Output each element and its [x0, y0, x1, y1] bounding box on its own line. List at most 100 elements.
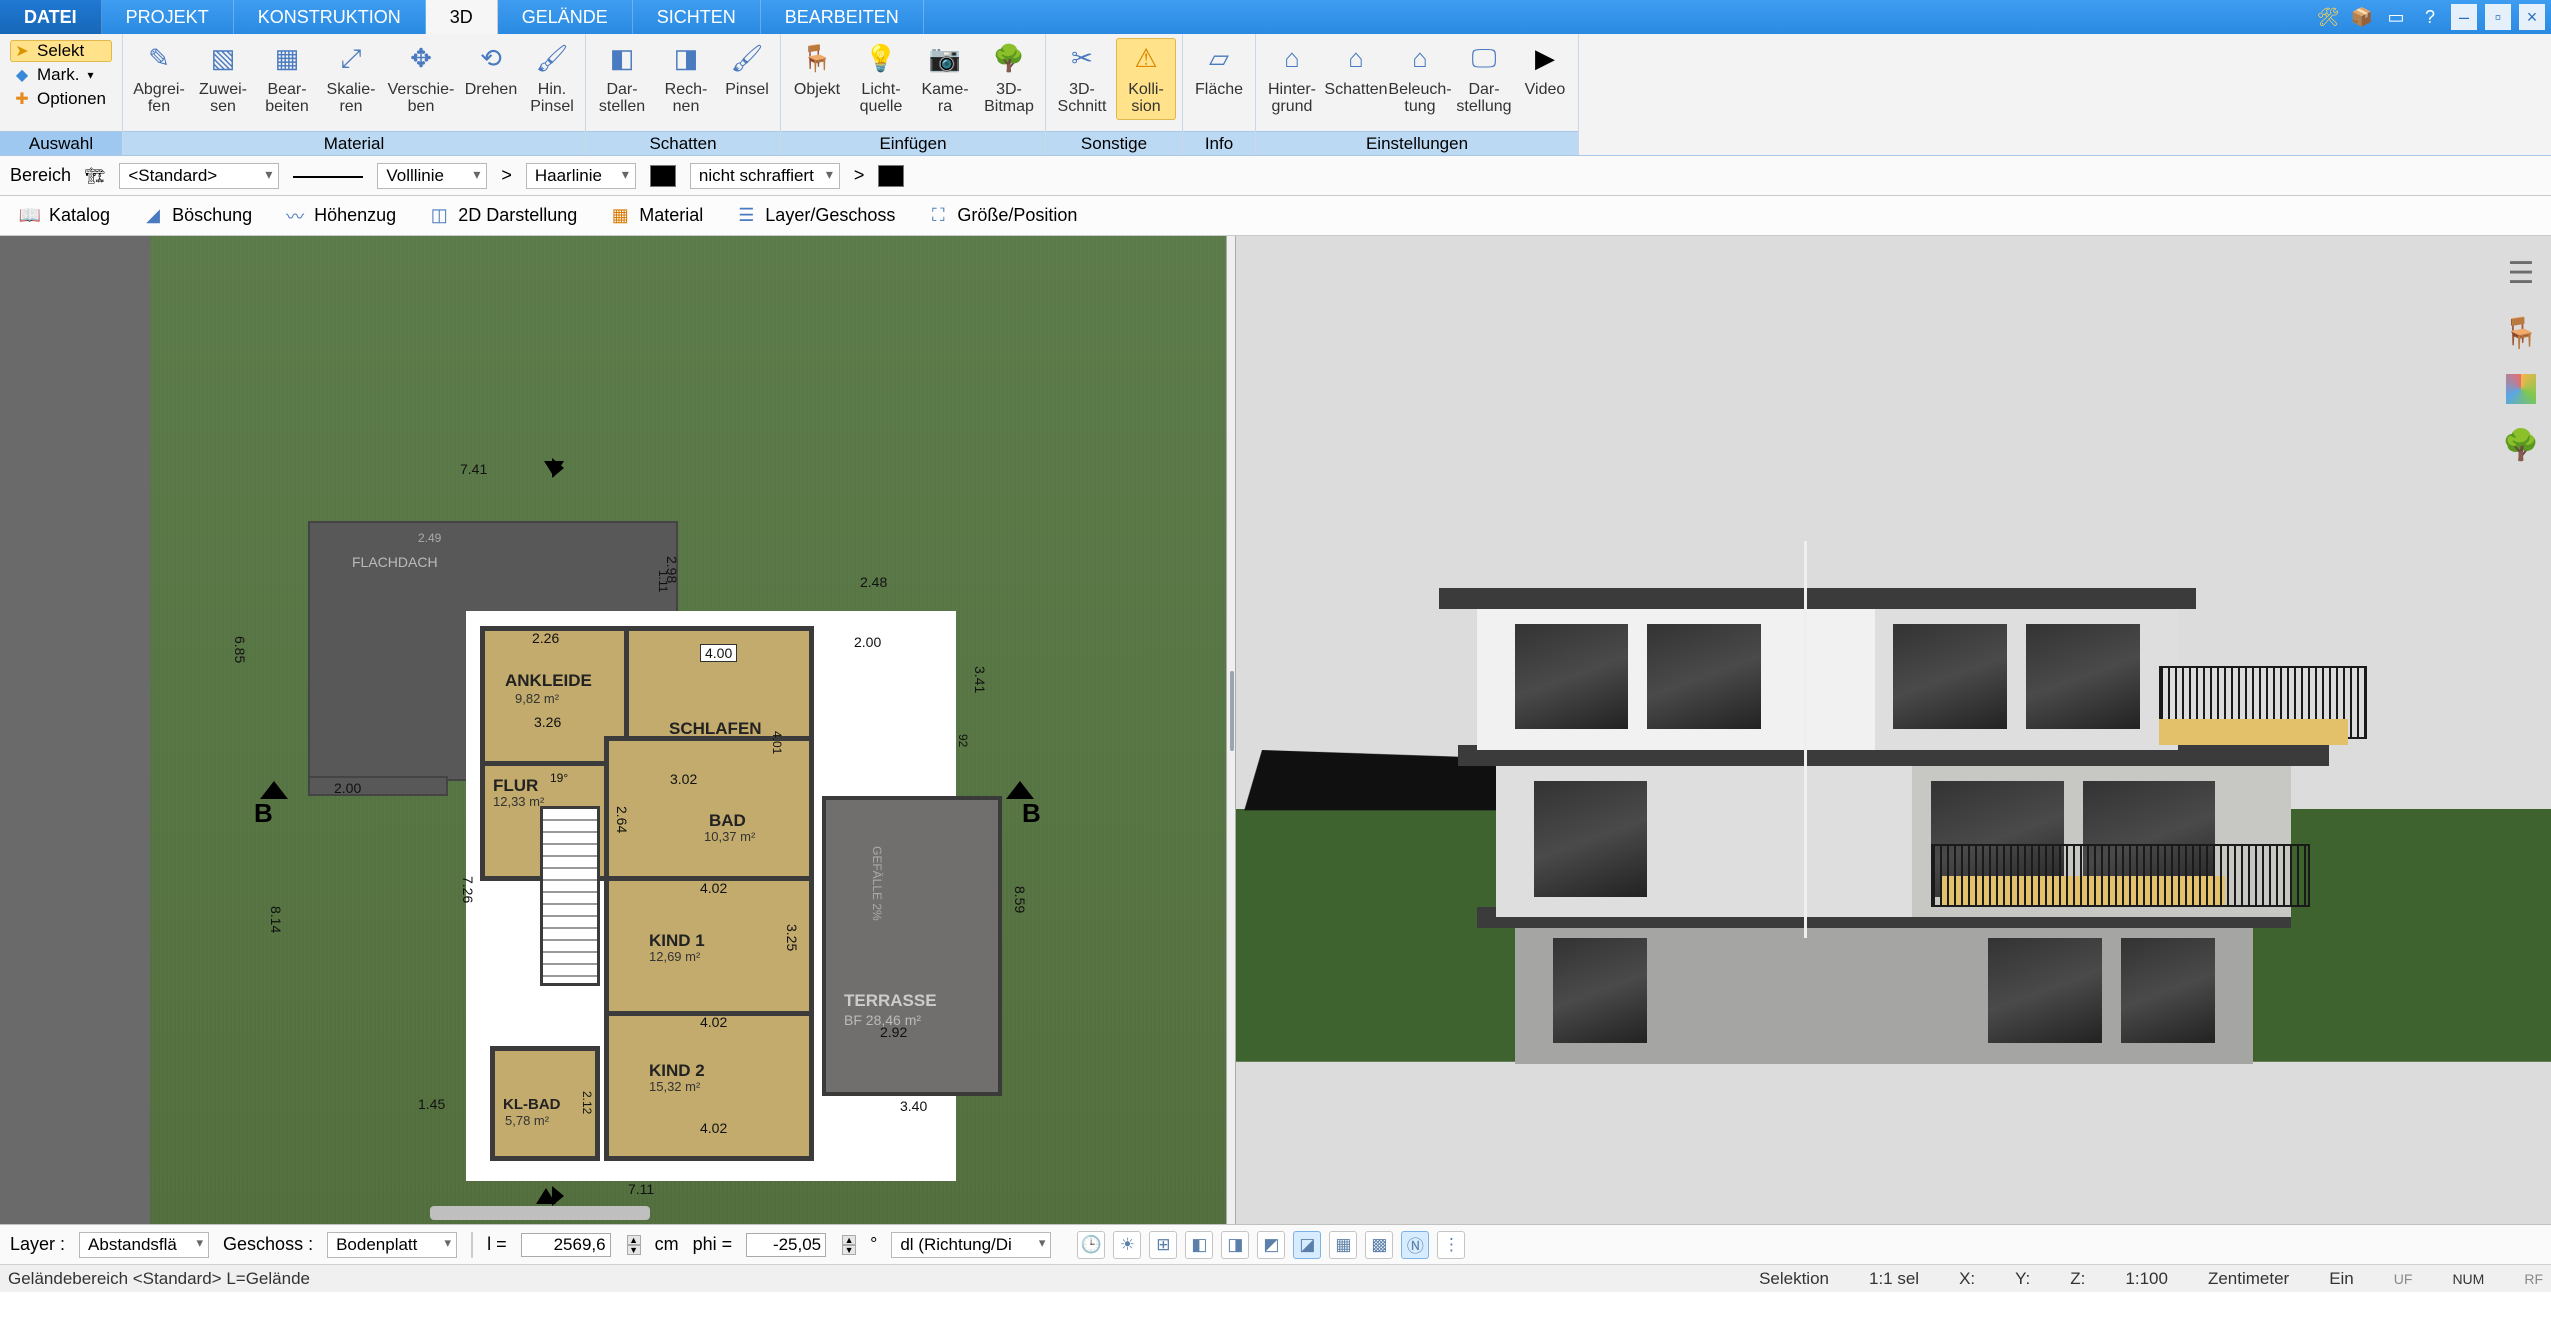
boeschung-button[interactable]: ◢Böschung — [131, 200, 263, 232]
rechnen-button[interactable]: ◨Rech- nen — [656, 38, 716, 120]
katalog-button[interactable]: 📖Katalog — [8, 200, 121, 232]
snap1-icon[interactable]: ⊞ — [1149, 1231, 1177, 1259]
group-label-sonstige: Sonstige — [1046, 131, 1182, 155]
menu-tab-gelaende[interactable]: GELÄNDE — [498, 0, 633, 34]
dl-select[interactable]: dl (Richtung/Di — [891, 1232, 1051, 1258]
zuweisen-button[interactable]: ▧Zuwei- sen — [193, 38, 253, 120]
phi-stepper[interactable]: ▲▼ — [842, 1235, 856, 1255]
hatch-select[interactable]: nicht schraffiert — [690, 163, 840, 189]
selekt-button[interactable]: ➤Selekt — [10, 40, 112, 62]
move-icon: ✥ — [402, 40, 440, 78]
l-stepper[interactable]: ▲▼ — [627, 1235, 641, 1255]
l-input[interactable] — [521, 1233, 611, 1257]
beleuchtung-button[interactable]: ⌂Beleuch- tung — [1390, 38, 1450, 120]
snap2-icon[interactable]: ◧ — [1185, 1231, 1213, 1259]
optionen-button[interactable]: ✚Optionen — [10, 88, 112, 110]
close-icon[interactable]: × — [2519, 4, 2545, 30]
snap6-icon[interactable]: ▦ — [1329, 1231, 1357, 1259]
geschoss-select[interactable]: Bodenplatt — [327, 1232, 457, 1258]
fill-color-swatch[interactable] — [878, 165, 904, 187]
verschieben-button[interactable]: ✥Verschie- ben — [385, 38, 457, 120]
bad-label: BAD — [709, 811, 746, 831]
layer-button[interactable]: ☰Layer/Geschoss — [724, 200, 906, 232]
2ddarstellung-button[interactable]: ◫2D Darstellung — [417, 200, 588, 232]
lighting-icon: ⌂ — [1401, 40, 1439, 78]
phi-input[interactable] — [746, 1233, 826, 1257]
skalieren-button[interactable]: ⤢ Skalie- ren — [321, 38, 381, 120]
skalieren-label: Skalie- ren — [327, 82, 376, 118]
help-icon[interactable]: ? — [2417, 4, 2443, 30]
3dschnitt-button[interactable]: ✂3D- Schnitt — [1052, 38, 1112, 120]
menu-tab-projekt[interactable]: PROJEKT — [102, 0, 234, 34]
menu-tab-3d[interactable]: 3D — [426, 0, 498, 34]
tools-icon[interactable]: 🛠 — [2315, 4, 2341, 30]
haarlinie-select[interactable]: Haarlinie — [526, 163, 636, 189]
darstellen-button[interactable]: ◧Dar- stellen — [592, 38, 652, 120]
menu-tab-sichten[interactable]: SICHTEN — [633, 0, 761, 34]
objekt-button[interactable]: 🪑Objekt — [787, 38, 847, 120]
kollision-label: Kolli- sion — [1128, 82, 1164, 118]
abgreifen-button[interactable]: ✎Abgrei- fen — [129, 38, 189, 120]
collision-icon: ⚠ — [1127, 40, 1165, 78]
pinsel-button[interactable]: 🖌Pinsel — [720, 38, 774, 120]
kamera-button[interactable]: 📷Kame- ra — [915, 38, 975, 120]
drehen-button[interactable]: ⟲Drehen — [461, 38, 521, 120]
3d-view-pane[interactable] — [1236, 236, 2551, 1224]
room-kind1: KIND 1 12,69 m² — [604, 876, 814, 1016]
package-icon[interactable]: 📦 — [2349, 4, 2375, 30]
dim-left-v2: 8.14 — [268, 906, 284, 933]
minimize-icon[interactable]: – — [2451, 4, 2477, 30]
hoehenzug-button[interactable]: 〰Höhenzug — [273, 200, 407, 232]
layers-icon[interactable]: ☰ — [2502, 254, 2540, 292]
video-label: Video — [1525, 82, 1566, 118]
flaeche-button[interactable]: ▱Fläche — [1189, 38, 1249, 120]
assign-icon: ▧ — [204, 40, 242, 78]
pole — [1804, 541, 1807, 939]
dim-145: 1.45 — [418, 1096, 445, 1112]
darstellung-button[interactable]: 🖵Dar- stellung — [1454, 38, 1514, 120]
kollision-button[interactable]: ⚠ Kolli- sion — [1116, 38, 1176, 120]
kind2-area: 15,32 m² — [649, 1079, 700, 1094]
restore-icon[interactable]: ▫ — [2485, 4, 2511, 30]
menu-tab-konstruktion[interactable]: KONSTRUKTION — [234, 0, 426, 34]
scale-icon: ⤢ — [332, 40, 370, 78]
layer-select[interactable]: Abstandsflä — [79, 1232, 209, 1258]
2d-plan-pane[interactable]: FLACHDACH TERRASSE BF 28,46 m² GEFÄLLE 2… — [0, 236, 1226, 1224]
gt2: > — [854, 165, 865, 186]
slope-icon: ◢ — [142, 205, 164, 227]
bereich-select[interactable]: <Standard> — [119, 163, 279, 189]
snap4-icon[interactable]: ◩ — [1257, 1231, 1285, 1259]
mark-button[interactable]: ◆Mark.▾ — [10, 64, 112, 86]
hinpinsel-button[interactable]: 🖌Hin. Pinsel — [525, 38, 579, 120]
grid-icon[interactable]: ▩ — [1365, 1231, 1393, 1259]
video-button[interactable]: ▶Video — [1518, 38, 1572, 120]
info-icon[interactable]: ⋮ — [1437, 1231, 1465, 1259]
bad-area: 10,37 m² — [704, 829, 755, 844]
menu-tab-datei[interactable]: DATEI — [0, 0, 102, 34]
materials-icon[interactable] — [2506, 374, 2536, 404]
furniture-icon[interactable]: 🪑 — [2502, 314, 2540, 352]
window-icon[interactable]: ▭ — [2383, 4, 2409, 30]
3dbitmap-button[interactable]: 🌳3D- Bitmap — [979, 38, 1039, 120]
mark-label: Mark. — [37, 65, 80, 85]
pane-splitter[interactable] — [1226, 236, 1236, 1224]
snap5-icon[interactable]: ◪ — [1293, 1231, 1321, 1259]
clock-icon[interactable]: 🕒 — [1077, 1231, 1105, 1259]
line-color-swatch[interactable] — [650, 165, 676, 187]
vegetation-icon[interactable]: 🌳 — [2502, 426, 2540, 464]
menu-tab-bearbeiten[interactable]: BEARBEITEN — [761, 0, 924, 34]
bearbeiten-button[interactable]: ▦Bear- beiten — [257, 38, 317, 120]
snap3-icon[interactable]: ◨ — [1221, 1231, 1249, 1259]
hintergrund-button[interactable]: ⌂Hinter- grund — [1262, 38, 1322, 120]
lichtquelle-button[interactable]: 💡Licht- quelle — [851, 38, 911, 120]
sun-icon[interactable]: ☀ — [1113, 1231, 1141, 1259]
status-uf: UF — [2394, 1271, 2413, 1287]
schatten-button[interactable]: ⌂Schatten — [1326, 38, 1386, 120]
material-button[interactable]: ▦Material — [598, 200, 714, 232]
horizontal-scrollbar[interactable] — [430, 1206, 650, 1220]
groesse-button[interactable]: ⛶Größe/Position — [916, 200, 1088, 232]
calc-icon: ◨ — [667, 40, 705, 78]
linestyle-select[interactable]: Volllinie — [377, 163, 487, 189]
north-icon[interactable]: Ⓝ — [1401, 1231, 1429, 1259]
cm-label: cm — [655, 1234, 679, 1255]
